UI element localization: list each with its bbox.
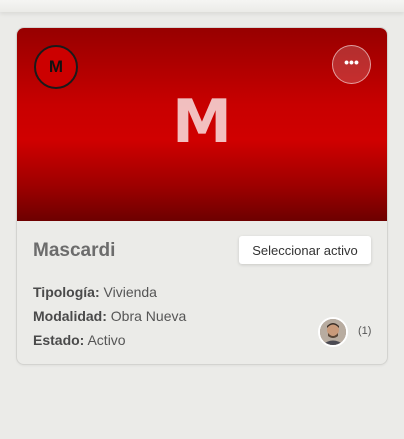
asset-card: M ••• M Mascardi Seleccionar activo Tipo… — [16, 27, 388, 365]
field-estado: Estado: Activo — [33, 332, 126, 348]
card-hero: M ••• M — [17, 28, 387, 221]
users-count: (1) — [358, 325, 372, 337]
card-title: Mascardi — [33, 240, 116, 261]
field-value: Obra Nueva — [110, 308, 187, 324]
field-tipologia: Tipología: Vivienda — [33, 284, 157, 300]
field-modalidad: Modalidad: Obra Nueva — [33, 308, 186, 324]
field-value: Activo — [87, 332, 126, 348]
hero-letter: M — [172, 87, 232, 157]
user-photo-icon — [320, 319, 346, 345]
card-body: Mascardi Seleccionar activo Tipología: V… — [17, 221, 387, 364]
ellipsis-icon: ••• — [344, 53, 359, 70]
project-badge: M — [34, 45, 78, 89]
field-value: Vivienda — [103, 284, 157, 300]
field-label: Modalidad: — [33, 308, 107, 324]
field-label: Tipología: — [33, 284, 100, 300]
top-strip — [0, 0, 404, 12]
more-options-button[interactable]: ••• — [332, 45, 371, 84]
user-avatar[interactable] — [318, 317, 348, 347]
project-badge-letter: M — [48, 57, 64, 76]
field-label: Estado: — [33, 332, 85, 348]
select-asset-button[interactable]: Seleccionar activo — [239, 236, 371, 264]
